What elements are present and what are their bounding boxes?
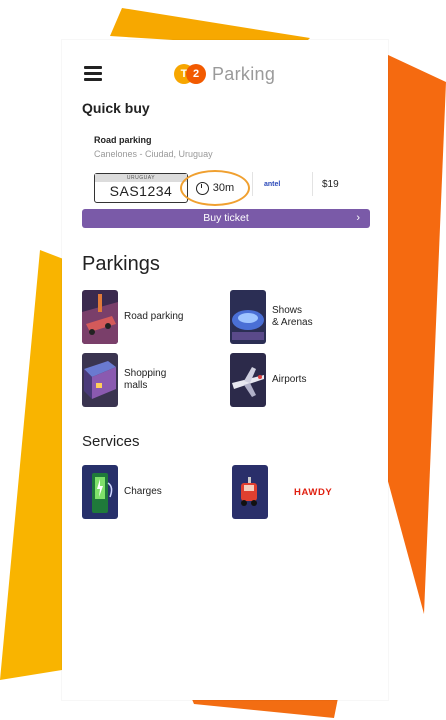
t2-logo-icon: T 2	[174, 63, 206, 85]
shopping-malls-icon	[82, 353, 118, 407]
road-parking-icon	[82, 290, 118, 344]
decorative-stripe-right	[386, 54, 446, 614]
parking-shows-tile[interactable]: Shows & Arenas	[230, 290, 313, 344]
buy-ticket-label: Buy ticket	[203, 212, 249, 224]
parkings-title: Parkings	[82, 253, 160, 275]
duration-selector[interactable]: 30m	[180, 170, 250, 206]
hamburger-menu-icon[interactable]	[84, 66, 102, 81]
service-charges-tile[interactable]: Charges	[82, 465, 162, 519]
app-screen: T 2 Parking Quick buy Road parking Canel…	[62, 40, 388, 700]
quick-buy-title: Quick buy	[82, 100, 150, 116]
hawdy-logo: HAWDY	[294, 486, 333, 498]
airports-icon	[230, 353, 266, 407]
brand-name: Parking	[212, 63, 276, 84]
provider-logo: antel	[264, 181, 281, 188]
shows-arenas-icon	[230, 290, 266, 344]
duration-value: 30m	[212, 182, 235, 194]
stopwatch-icon	[195, 181, 209, 195]
quick-buy-location: Canelones - Ciudad, Uruguay	[94, 149, 213, 159]
parking-road-label: Road parking	[124, 311, 184, 322]
brand: T 2 Parking	[174, 60, 275, 88]
divider	[312, 172, 313, 196]
parking-airports-label: Airports	[272, 374, 307, 385]
top-bar: T 2 Parking	[62, 60, 388, 88]
divider	[252, 172, 253, 196]
price: $19	[322, 179, 339, 190]
service-charges-label: Charges	[124, 486, 162, 497]
parking-road-tile[interactable]: Road parking	[82, 290, 183, 344]
buy-ticket-button[interactable]: Buy ticket ›	[82, 209, 370, 228]
chevron-right-icon: ›	[356, 212, 360, 224]
plate-number: SAS1234	[109, 183, 173, 199]
hawdy-icon	[232, 465, 268, 519]
parking-shows-label: Shows & Arenas	[272, 305, 313, 328]
parking-airports-tile[interactable]: Airports	[230, 353, 306, 407]
service-hawdy-tile[interactable]: HAWDY	[232, 465, 332, 519]
parking-shopping-tile[interactable]: Shopping malls	[82, 353, 166, 407]
charging-station-icon	[82, 465, 118, 519]
services-title: Services	[82, 433, 140, 450]
decorative-stripe-left	[0, 250, 66, 680]
parking-shopping-label: Shopping malls	[124, 368, 167, 391]
license-plate[interactable]: URUGUAY SAS1234	[94, 173, 188, 203]
quick-buy-place: Road parking	[94, 135, 152, 145]
plate-country: URUGUAY	[95, 174, 187, 182]
